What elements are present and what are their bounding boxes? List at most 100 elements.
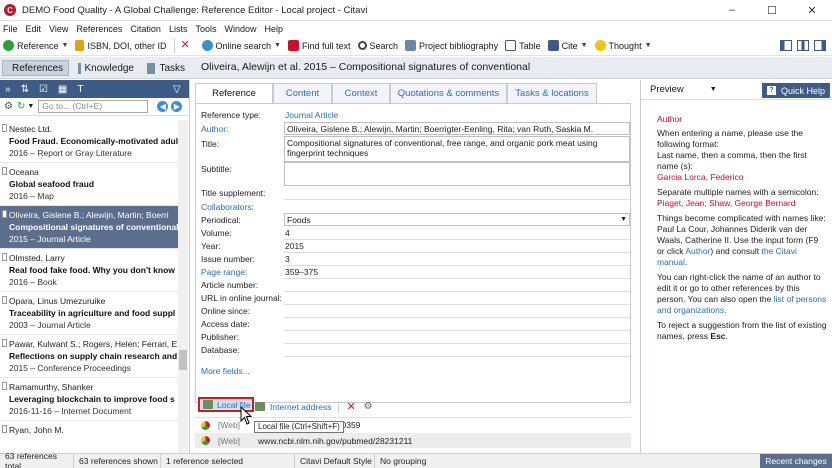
menu-view[interactable]: View: [49, 24, 68, 34]
subtitle-label: Subtitle:: [201, 164, 232, 174]
internet-address-icon: [255, 402, 265, 411]
reference-list-item[interactable]: Oliveira, Gislene B.; Alewijn, Martin; B…: [0, 206, 178, 249]
help-text: When entering a name, please use the fol…: [657, 128, 804, 149]
year-value[interactable]: 2015: [285, 241, 304, 251]
menu-help[interactable]: Help: [264, 24, 283, 34]
sort-icon[interactable]: ⇅: [21, 84, 29, 95]
quick-help-button[interactable]: ? Quick Help: [761, 83, 830, 98]
delete-x-icon[interactable]: ✕: [346, 400, 355, 413]
cite-button[interactable]: Cite ▼: [547, 40, 588, 51]
author-field[interactable]: Oliveira, Gislene B.; Alewijn, Martin; B…: [284, 122, 630, 135]
forward-icon[interactable]: ▶: [171, 101, 183, 112]
volume-value[interactable]: 4: [285, 228, 290, 238]
field-underline: [284, 304, 630, 305]
expand-icon[interactable]: »: [5, 84, 11, 95]
nav-tab-knowledge[interactable]: Knowledge: [73, 60, 139, 76]
reference-list-item[interactable]: Opara, Linus Umezuruike Traceability in a…: [0, 292, 178, 335]
grid-icon[interactable]: ▦: [58, 84, 67, 95]
page-range-label[interactable]: Page range:: [201, 267, 247, 277]
back-icon[interactable]: ◀: [157, 101, 169, 112]
settings-icon[interactable]: ⚙: [4, 101, 13, 112]
chevron-down-icon[interactable]: ▼: [581, 42, 588, 49]
issue-number-value[interactable]: 3: [285, 254, 290, 264]
subtitle-field[interactable]: [284, 162, 630, 186]
tab-quotations-comments[interactable]: Quotations & comments: [390, 83, 507, 103]
tab-tasks-locations[interactable]: Tasks & locations: [507, 83, 597, 103]
layout-center-icon[interactable]: [797, 40, 809, 51]
isbn-doi-button[interactable]: ISBN, DOI, other ID: [75, 40, 167, 51]
periodical-field[interactable]: Foods ▼: [284, 213, 630, 226]
thought-button[interactable]: Thought ▼: [594, 40, 652, 51]
internet-address-button[interactable]: Internet address: [270, 402, 331, 412]
reference-type-label: Reference type:: [201, 110, 262, 120]
location-row[interactable]: [Web] www.ncbi.nlm.nih.gov/pubmed/282312…: [195, 433, 631, 448]
online-search-button[interactable]: Online search ▼: [201, 40, 281, 51]
status-citation-style[interactable]: Citavi Default Style: [295, 453, 375, 468]
close-button[interactable]: ✕: [792, 0, 832, 21]
reference-title: Traceability in agriculture and food sup…: [9, 308, 176, 318]
menu-window[interactable]: Window: [224, 24, 256, 34]
menu-tools[interactable]: Tools: [195, 24, 216, 34]
more-fields-link[interactable]: More fields...: [201, 366, 250, 376]
chevron-down-icon[interactable]: ▼: [710, 86, 717, 93]
table-button[interactable]: Table: [505, 40, 541, 51]
delete-button[interactable]: ✕: [181, 40, 195, 51]
tab-content[interactable]: Content: [273, 83, 332, 103]
reference-type-link[interactable]: Journal Article: [285, 110, 338, 120]
chevron-down-icon[interactable]: ▼: [645, 42, 652, 49]
chevron-down-icon[interactable]: ▼: [620, 216, 627, 223]
settings-icon[interactable]: ⚙: [364, 401, 373, 412]
filter-icon[interactable]: ▽: [173, 84, 181, 95]
recent-changes-button[interactable]: Recent changes: [760, 454, 832, 468]
reference-list-scrollbar[interactable]: [178, 120, 188, 454]
field-underline: [284, 343, 630, 344]
add-reference-button[interactable]: Reference ▼: [3, 40, 68, 51]
wand-icon: [75, 40, 85, 51]
scrollbar-thumb[interactable]: [179, 350, 187, 370]
project-bibliography-button[interactable]: Project bibliography: [405, 40, 498, 51]
chevron-down-icon[interactable]: ▼: [62, 42, 69, 49]
reference-list-item[interactable]: Oceana Global seafood fraud 2016 – Map: [0, 163, 178, 206]
nav-tab-tasks[interactable]: Tasks: [142, 60, 190, 76]
toolbar-separator: [173, 38, 175, 53]
tab-context[interactable]: Context: [332, 83, 390, 103]
go-to-input[interactable]: Go to... (Ctrl+E): [38, 100, 149, 113]
menu-edit[interactable]: Edit: [26, 24, 42, 34]
text-icon[interactable]: T: [77, 84, 83, 95]
layout-right-icon[interactable]: [814, 40, 826, 51]
menu-references[interactable]: References: [76, 24, 122, 34]
chevron-down-icon[interactable]: ▼: [27, 103, 34, 110]
layout-left-icon[interactable]: [780, 40, 792, 51]
window-title: DEMO Food Quality - A Global Challenge: …: [22, 4, 368, 16]
tab-reference[interactable]: Reference: [195, 83, 273, 103]
refresh-icon[interactable]: ↻: [17, 101, 25, 112]
chevron-down-icon[interactable]: ▼: [274, 42, 281, 49]
reference-list-item[interactable]: Ramamurthy, Shanker Leveraging blockchain…: [0, 378, 178, 421]
menu-file[interactable]: File: [3, 24, 18, 34]
author-label[interactable]: Author:: [201, 124, 228, 134]
reference-list-item[interactable]: Ryan, John M.: [0, 421, 178, 454]
title-field[interactable]: Compositional signatures of conventional…: [284, 136, 630, 162]
plus-icon: [3, 40, 14, 51]
author-help-link[interactable]: Author: [685, 246, 710, 256]
access-date-label: Access date:: [201, 319, 250, 329]
reference-meta: 2016 – Map: [9, 191, 54, 201]
selection-icon[interactable]: ☑: [39, 84, 48, 95]
page-range-value[interactable]: 359–375: [285, 267, 318, 277]
maximize-button[interactable]: ☐: [752, 0, 792, 21]
find-full-text-button[interactable]: Find full text: [287, 40, 351, 51]
preview-label[interactable]: Preview: [650, 84, 684, 95]
menu-citation[interactable]: Citation: [130, 24, 161, 34]
minimize-button[interactable]: –: [712, 0, 752, 21]
menu-lists[interactable]: Lists: [169, 24, 188, 34]
status-grouping[interactable]: No grouping: [375, 454, 445, 468]
reference-list-item[interactable]: Pawar, Kulwant S.; Rogers, Helen; Ferrar…: [0, 335, 178, 378]
search-button[interactable]: Search: [357, 41, 398, 51]
reference-list-item[interactable]: Olmsted, Larry Real food fake food. Why y…: [0, 249, 178, 292]
reference-title: Leveraging blockchain to improve food s: [9, 394, 175, 404]
collaborators-label[interactable]: Collaborators:: [201, 202, 254, 212]
citavi-app-icon: C: [4, 4, 16, 16]
quick-help-content: Author When entering a name, please use …: [657, 114, 827, 346]
reference-list-item[interactable]: Nestec Ltd. Food Fraud. Economically-moti…: [0, 120, 178, 163]
nav-tab-references[interactable]: References: [2, 60, 69, 76]
